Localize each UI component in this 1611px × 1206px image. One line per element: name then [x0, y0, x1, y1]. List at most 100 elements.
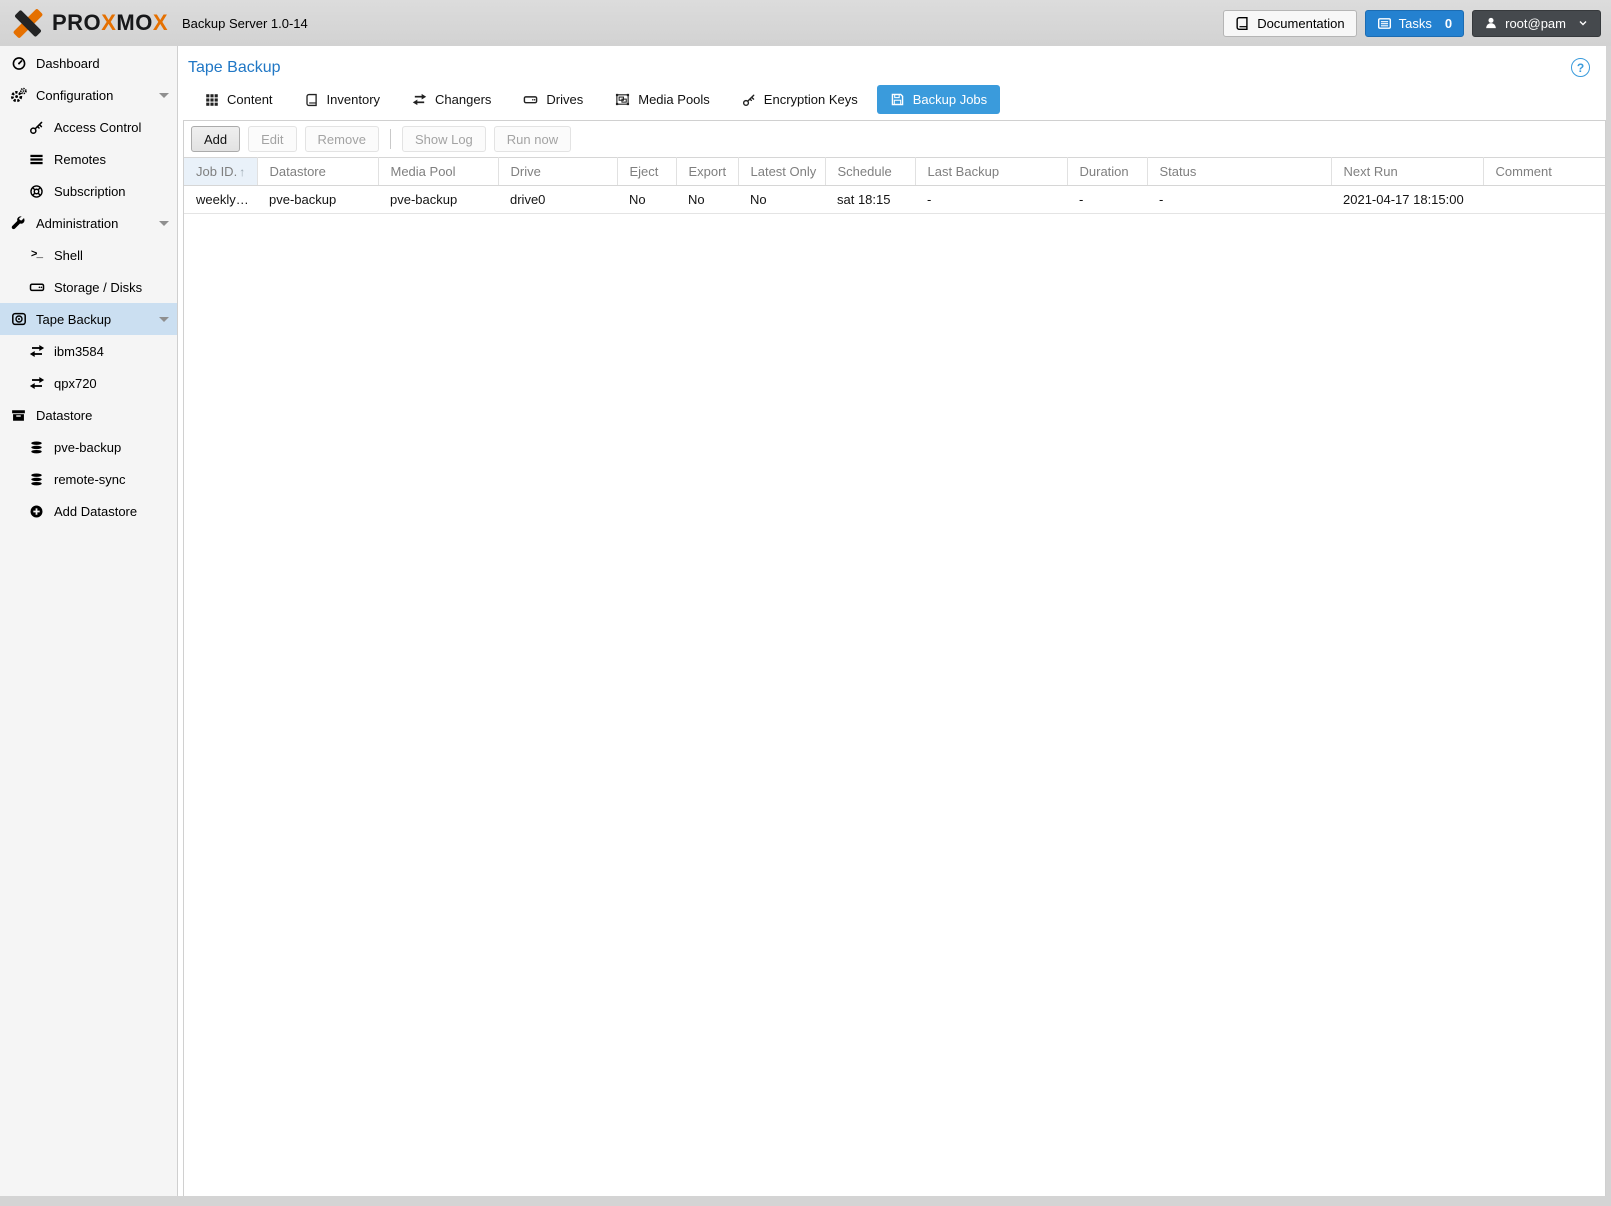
backup-jobs-table: Job ID. ↑ Datastore Media Pool Drive Ejec…: [184, 157, 1605, 214]
content-area: Tape Backup ? Content Inventory Changers…: [178, 46, 1606, 1196]
edit-button[interactable]: Edit: [248, 126, 297, 152]
content-header: Tape Backup ?: [178, 46, 1606, 83]
main-row: Dashboard Configuration Access Control R…: [0, 46, 1611, 1196]
sidebar-item-storage-disks[interactable]: Storage / Disks: [0, 271, 177, 303]
sidebar-item-dashboard[interactable]: Dashboard: [0, 47, 177, 79]
cell-next-run[interactable]: 2021-04-17 18:15:00: [1331, 185, 1483, 214]
column-header-export[interactable]: Export: [676, 157, 739, 186]
column-header-media-pool[interactable]: Media Pool: [378, 157, 499, 186]
key-icon: [742, 94, 755, 106]
grid-empty-space: [184, 214, 1605, 1196]
add-button[interactable]: Add: [191, 126, 241, 152]
table-header-row: Job ID. ↑ Datastore Media Pool Drive Ejec…: [184, 157, 1605, 186]
column-header-status[interactable]: Status: [1147, 157, 1332, 186]
column-header-next-run[interactable]: Next Run: [1331, 157, 1484, 186]
top-bar-actions: Documentation Tasks 0 root@pam: [1223, 9, 1601, 37]
app-title: Backup Server 1.0-14: [182, 15, 308, 31]
tab-inventory[interactable]: Inventory: [292, 85, 393, 114]
toolbar-separator: [389, 129, 391, 149]
sidebar-item-access-control[interactable]: Access Control: [0, 111, 177, 143]
bottom-strip: [0, 1196, 1611, 1206]
tasks-count-badge: 0: [1444, 15, 1453, 31]
cell-eject[interactable]: No: [617, 185, 676, 214]
hdd-icon: [524, 96, 538, 104]
sidebar-item-subscription[interactable]: Subscription: [0, 175, 177, 207]
tab-drives[interactable]: Drives: [510, 85, 596, 114]
cell-last-backup[interactable]: -: [915, 185, 1067, 214]
tab-encryption-keys[interactable]: Encryption Keys: [729, 85, 871, 114]
sidebar-item-ibm3584[interactable]: ibm3584: [0, 335, 177, 367]
save-icon: [891, 93, 903, 106]
sidebar-item-tape-backup[interactable]: Tape Backup: [0, 303, 177, 335]
sidebar-item-administration[interactable]: Administration: [0, 207, 177, 239]
gears-icon: [10, 87, 27, 104]
sidebar-item-configuration[interactable]: Configuration: [0, 79, 177, 111]
proxmox-x-icon: [12, 7, 44, 39]
cell-drive[interactable]: drive0: [498, 185, 617, 214]
database-icon: [28, 439, 45, 456]
sidebar-item-add-datastore[interactable]: Add Datastore: [0, 495, 177, 527]
top-bar: PROXMOX Backup Server 1.0-14 Documentati…: [0, 0, 1611, 46]
tab-changers[interactable]: Changers: [399, 85, 504, 114]
column-header-datastore[interactable]: Datastore: [257, 157, 379, 186]
cell-media-pool[interactable]: pve-backup: [378, 185, 498, 214]
column-header-latest-only[interactable]: Latest Only: [738, 157, 826, 186]
user-menu-button[interactable]: root@pam: [1472, 9, 1601, 37]
page-title: Tape Backup: [188, 58, 281, 76]
list-icon: [28, 151, 45, 168]
sidebar-item-pve-backup[interactable]: pve-backup: [0, 431, 177, 463]
cell-datastore[interactable]: pve-backup: [257, 185, 378, 214]
caret-down-icon[interactable]: [159, 316, 169, 322]
sort-asc-icon: ↑: [239, 165, 246, 179]
tab-bar: Content Inventory Changers Drives Media …: [178, 83, 1606, 120]
tab-media-pools[interactable]: Media Pools: [602, 85, 723, 114]
terminal-icon: >_: [30, 249, 43, 261]
sidebar-item-datastore[interactable]: Datastore: [0, 399, 177, 431]
plus-circle-icon: [28, 503, 45, 520]
column-header-last-backup[interactable]: Last Backup: [915, 157, 1068, 186]
book-icon: [305, 93, 317, 106]
caret-down-icon[interactable]: [159, 92, 169, 98]
run-now-button[interactable]: Run now: [493, 126, 572, 152]
cell-latest-only[interactable]: No: [738, 185, 825, 214]
task-list-icon: [1377, 17, 1391, 29]
cell-duration[interactable]: -: [1067, 185, 1147, 214]
dashboard-icon: [10, 55, 27, 72]
column-header-schedule[interactable]: Schedule: [825, 157, 916, 186]
tasks-button[interactable]: Tasks 0: [1364, 9, 1465, 37]
table-row[interactable]: weekly… pve-backup pve-backup drive0 No …: [184, 185, 1605, 214]
wrench-icon: [10, 215, 27, 232]
column-header-eject[interactable]: Eject: [617, 157, 677, 186]
archive-icon: [10, 407, 27, 424]
tab-backup-jobs[interactable]: Backup Jobs: [876, 85, 1001, 114]
remove-button[interactable]: Remove: [304, 126, 379, 152]
sidebar-item-remote-sync[interactable]: remote-sync: [0, 463, 177, 495]
object-group-icon: [616, 93, 630, 106]
documentation-button[interactable]: Documentation: [1223, 9, 1357, 37]
exchange-icon: [412, 93, 427, 106]
book-icon: [1236, 16, 1248, 30]
key-icon: [28, 119, 45, 136]
caret-down-icon[interactable]: [159, 220, 169, 226]
sidebar-item-remotes[interactable]: Remotes: [0, 143, 177, 175]
column-header-comment[interactable]: Comment: [1483, 157, 1605, 186]
logo-text: PROXMOX: [52, 10, 169, 35]
chevron-down-icon: [1579, 21, 1587, 26]
help-icon[interactable]: ?: [1571, 58, 1590, 77]
support-icon: [28, 183, 45, 200]
cell-status[interactable]: -: [1147, 185, 1331, 214]
grid-icon: [206, 93, 218, 106]
cell-job-id[interactable]: weekly…: [184, 185, 257, 214]
cell-export[interactable]: No: [676, 185, 738, 214]
cell-schedule[interactable]: sat 18:15: [825, 185, 915, 214]
cell-comment[interactable]: [1483, 185, 1605, 214]
tab-content[interactable]: Content: [192, 85, 286, 114]
sidebar-item-shell[interactable]: >_ Shell: [0, 239, 177, 271]
column-header-duration[interactable]: Duration: [1067, 157, 1148, 186]
user-icon: [1486, 17, 1497, 29]
app-window: PROXMOX Backup Server 1.0-14 Documentati…: [0, 0, 1611, 1206]
sidebar-item-qpx720[interactable]: qpx720: [0, 367, 177, 399]
column-header-drive[interactable]: Drive: [498, 157, 618, 186]
show-log-button[interactable]: Show Log: [401, 126, 486, 152]
column-header-job-id[interactable]: Job ID. ↑: [184, 157, 258, 186]
